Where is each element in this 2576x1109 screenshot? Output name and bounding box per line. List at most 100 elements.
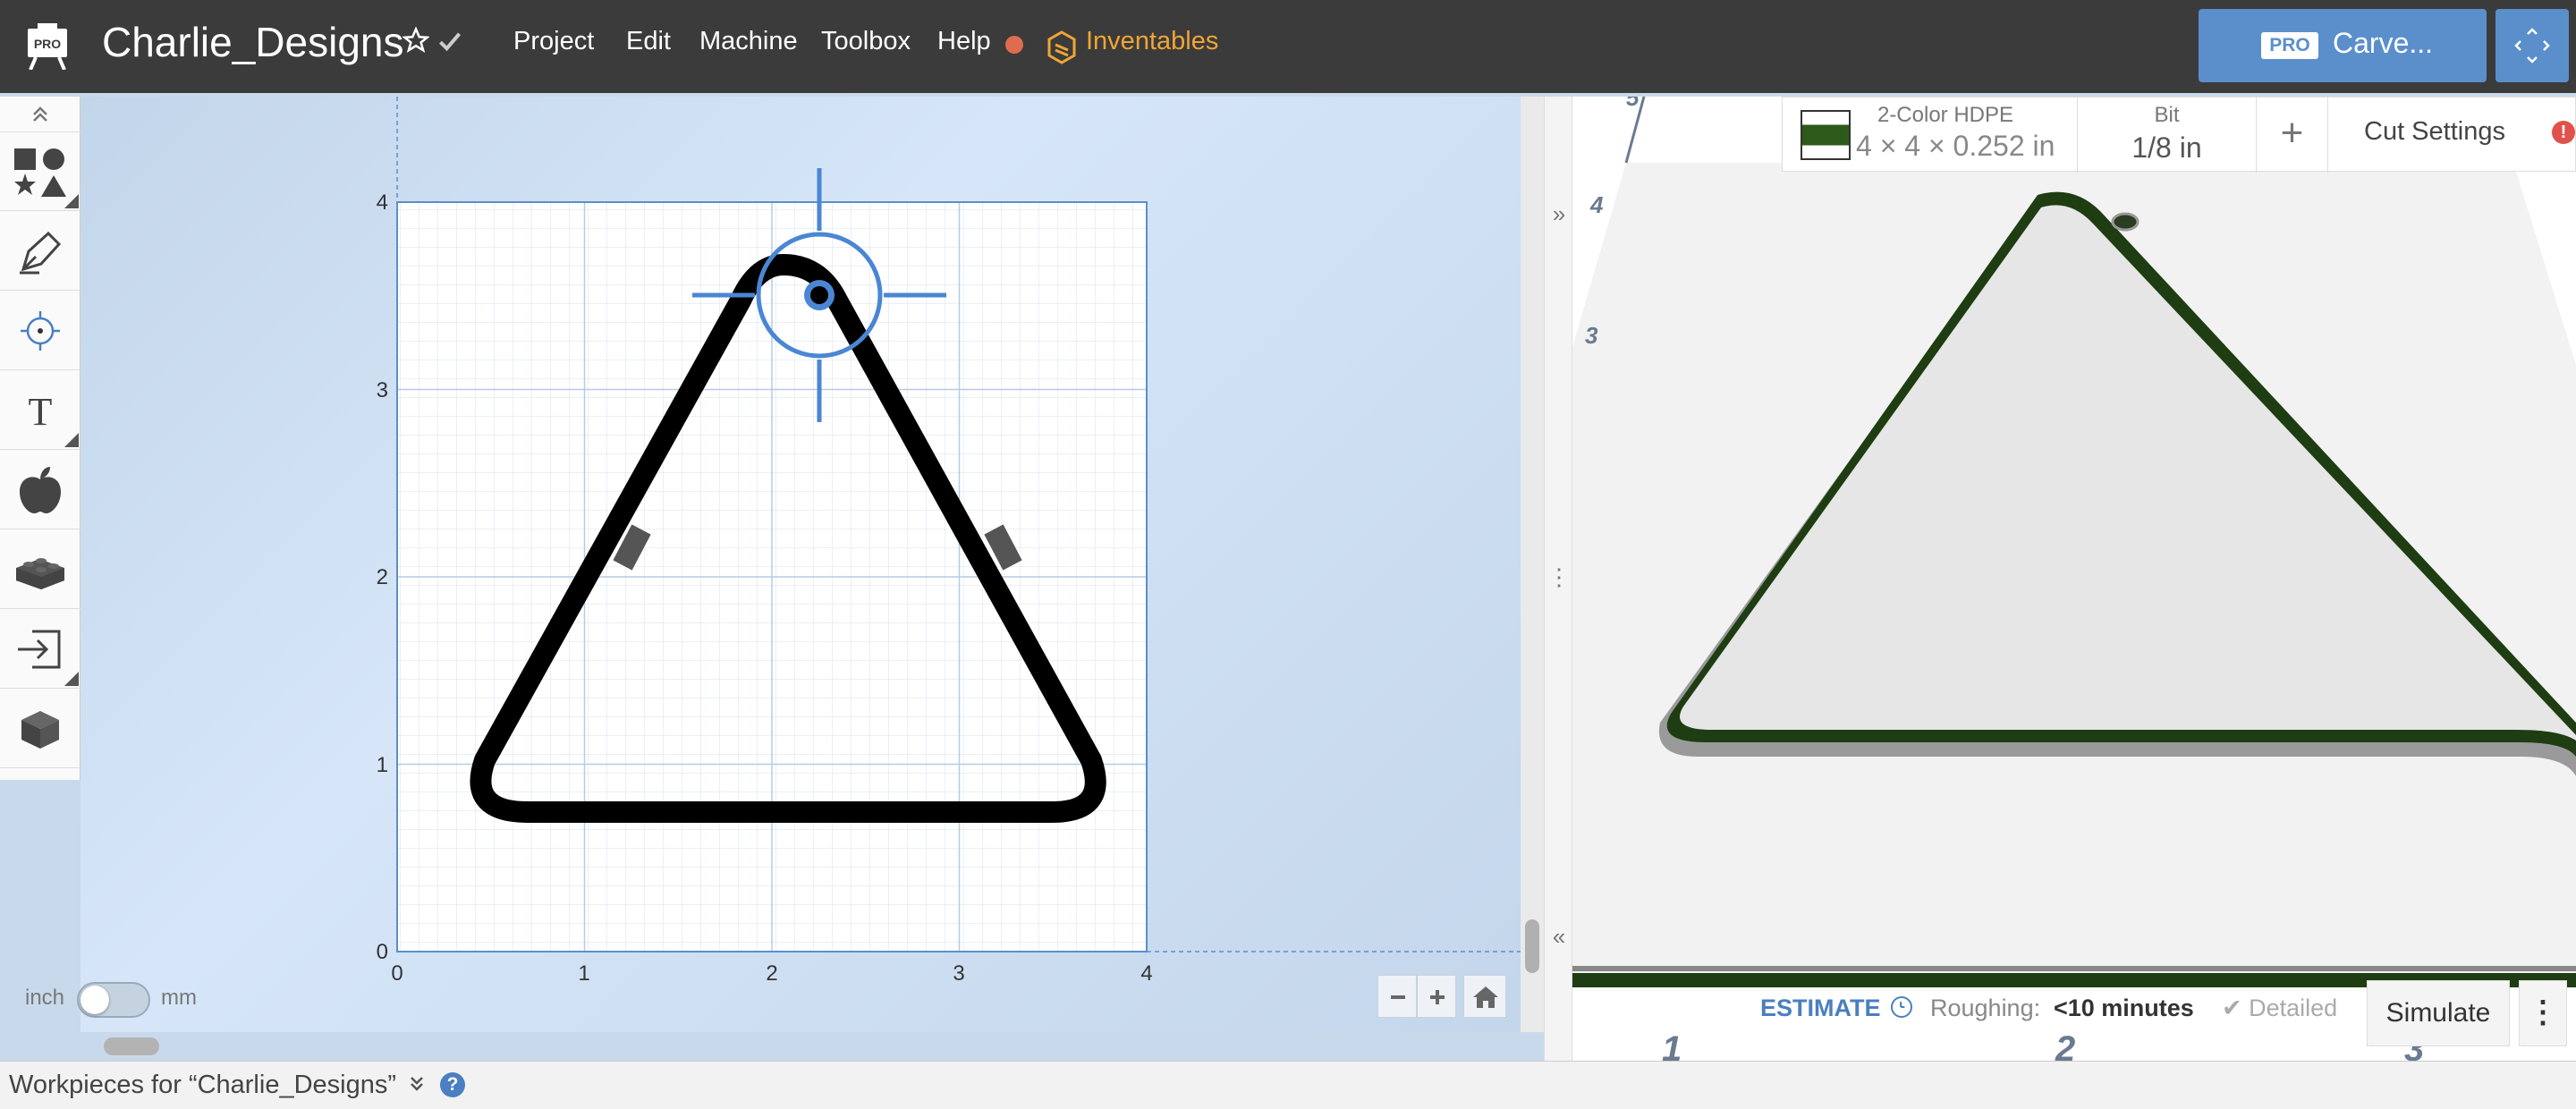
design-canvas-drawing[interactable]: 0 1 2 3 4 0 1 2 3 4 [80, 97, 1521, 1032]
y-tick-4: 4 [377, 190, 388, 215]
expand-left-icon[interactable]: « [1546, 923, 1572, 951]
simulate-button[interactable]: Simulate [2367, 980, 2510, 1046]
material-swatch [1801, 110, 1851, 160]
ruler-mark: 3 [1585, 322, 1598, 349]
minus-icon [1391, 995, 1405, 999]
ruler-mark: 5 [1626, 97, 1640, 111]
double-chevron-up-icon [33, 106, 47, 122]
detailed-estimate-option[interactable]: ✔ Detailed [2222, 995, 2337, 1022]
reset-view-button[interactable] [1463, 975, 1506, 1018]
zoom-in-button[interactable] [1417, 975, 1456, 1018]
unit-mm-label: mm [161, 986, 197, 1010]
connection-status-dot[interactable] [1005, 36, 1023, 54]
ruler-mark: 1 [1662, 1029, 1682, 1061]
design-canvas[interactable]: 0 1 2 3 4 0 1 2 3 4 [80, 97, 1521, 1032]
plus-icon [1430, 990, 1445, 1004]
cut-settings-label: Cut Settings [2364, 117, 2505, 146]
tool-shapes[interactable] [0, 132, 80, 211]
bit-selector[interactable]: Bit 1/8 in [2078, 97, 2257, 173]
material-edge-highlight [1572, 966, 2576, 971]
menu-help[interactable]: Help [937, 27, 991, 56]
ruler-mark: 4 [1589, 191, 1604, 218]
double-chevron-down-icon[interactable] [406, 1072, 428, 1094]
drag-handle-icon[interactable]: ⋮ [1546, 563, 1572, 591]
crosshair-point-icon [21, 311, 60, 351]
fullscreen-button[interactable] [2496, 9, 2569, 82]
tool-apps[interactable] [0, 530, 80, 609]
x-tick-0: 0 [391, 961, 402, 986]
workpieces-label[interactable]: Workpieces for “Charlie_Designs” [9, 1071, 396, 1100]
material-selector[interactable]: 2-Color HDPE 4 × 4 × 0.252 in [1783, 97, 2078, 173]
text-icon: T [29, 390, 53, 434]
hanging-hole [2111, 212, 2140, 232]
menu-toolbox[interactable]: Toolbox [821, 27, 911, 56]
check-icon [439, 32, 462, 52]
ruler-mark: 2 [2055, 1029, 2075, 1061]
submenu-indicator [64, 672, 79, 686]
apple-icon [20, 467, 61, 513]
carve-label: Carve... [2333, 27, 2434, 59]
import-icon [18, 630, 61, 669]
x-tick-1: 1 [578, 961, 589, 986]
tool-import[interactable] [0, 610, 80, 689]
more-options-button[interactable]: ⋮ [2519, 980, 2567, 1046]
tool-pen[interactable] [0, 212, 80, 291]
unit-inch-label: inch [25, 986, 65, 1010]
pen-icon [20, 231, 62, 275]
vertical-scrollbar[interactable] [1521, 97, 1544, 1032]
home-icon [1473, 986, 1498, 1008]
tool-3d[interactable] [0, 690, 80, 768]
tool-palette: T [0, 97, 80, 780]
x-tick-4: 4 [1140, 961, 1152, 986]
workpieces-bar: Workpieces for “Charlie_Designs” ? [0, 1061, 2576, 1109]
collapse-toolbar-button[interactable] [0, 97, 80, 132]
unit-toggle[interactable] [77, 982, 150, 1018]
easel-logo-icon[interactable]: PRO [25, 23, 70, 70]
shapes-icon [14, 148, 66, 197]
alert-icon: ! [2552, 121, 2575, 144]
carve-preview[interactable]: 5 4 3 1 2 3 [1572, 97, 2576, 1061]
star-icon[interactable] [402, 27, 429, 54]
lego-brick-icon [16, 558, 64, 589]
panel-divider[interactable]: » ⋮ « [1544, 97, 1572, 1061]
add-bit-button[interactable]: + [2257, 97, 2328, 173]
inventables-link[interactable]: Inventables [1086, 27, 1218, 56]
help-icon[interactable]: ? [440, 1072, 465, 1097]
submenu-indicator [64, 194, 79, 208]
expand-right-icon[interactable]: » [1546, 200, 1572, 228]
roughing-time: <10 minutes [2054, 995, 2194, 1021]
y-tick-2: 2 [377, 565, 388, 589]
preview-3d-drawing: 5 4 3 1 2 3 [1572, 97, 2576, 1061]
y-tick-0: 0 [377, 940, 388, 964]
material-settings-bar: 2-Color HDPE 4 × 4 × 0.252 in Bit 1/8 in… [1782, 97, 2576, 173]
material-dimensions: 4 × 4 × 0.252 in [1856, 130, 2055, 162]
menu-machine[interactable]: Machine [699, 27, 798, 56]
menu-project[interactable]: Project [513, 27, 594, 56]
clock-icon[interactable] [1891, 996, 1912, 1018]
horizontal-scroll-thumb[interactable] [104, 1037, 159, 1055]
y-tick-1: 1 [377, 753, 388, 777]
menu-edit[interactable]: Edit [626, 27, 671, 56]
zoom-out-button[interactable] [1377, 975, 1417, 1018]
material-name: 2-Color HDPE [1877, 103, 2014, 127]
cut-settings-button[interactable]: Cut Settings ! [2328, 97, 2576, 173]
estimate-label[interactable]: ESTIMATE [1760, 995, 1881, 1022]
svg-text:T: T [29, 390, 53, 434]
top-bar: PRO Charlie_Designs Project Edit Machine… [0, 0, 2576, 93]
project-title[interactable]: Charlie_Designs [102, 18, 404, 66]
y-tick-3: 3 [377, 378, 388, 402]
tool-icons[interactable] [0, 451, 80, 529]
vertical-scroll-thumb[interactable] [1525, 919, 1539, 973]
tool-point[interactable] [0, 292, 80, 370]
carve-button[interactable]: PRO Carve... [2199, 9, 2487, 82]
pro-badge: PRO [2261, 32, 2318, 59]
bit-size: 1/8 in [2131, 131, 2202, 164]
logo-text: PRO [34, 37, 61, 51]
cube-icon [21, 711, 59, 749]
tool-text[interactable]: T [0, 371, 80, 450]
x-tick-3: 3 [953, 961, 964, 986]
x-tick-2: 2 [766, 961, 777, 986]
unit-toggle-knob [80, 986, 109, 1014]
inventables-icon[interactable] [1046, 30, 1077, 64]
submenu-indicator [64, 433, 79, 447]
